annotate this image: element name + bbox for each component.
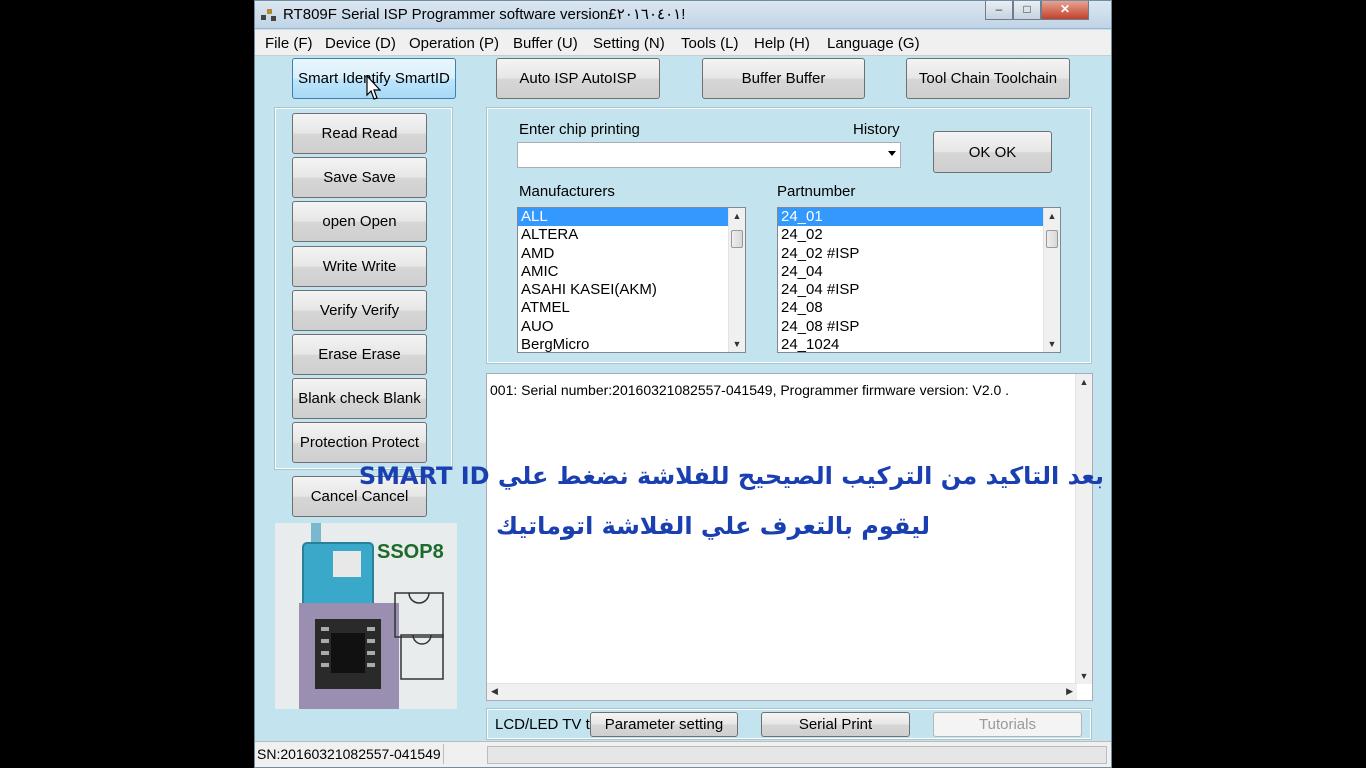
list-item[interactable]: 24_04 xyxy=(778,263,1060,281)
save-button[interactable]: Save Save xyxy=(292,157,427,198)
overlay-instruction-line1: بعد التاكيد من التركيب الصيحيح للفلاشة ن… xyxy=(358,462,1104,490)
status-divider xyxy=(443,744,444,764)
title-bar: RT809F Serial ISP Programmer software ve… xyxy=(255,1,1111,29)
mouse-cursor-icon xyxy=(366,75,382,100)
app-window: RT809F Serial ISP Programmer software ve… xyxy=(254,0,1112,768)
serial-print-button[interactable]: Serial Print xyxy=(761,712,910,737)
chip-printing-combo[interactable] xyxy=(517,142,901,168)
scroll-down-icon[interactable]: ▼ xyxy=(1076,668,1092,684)
chip-socket-image: SSOP8 xyxy=(275,523,457,709)
list-item[interactable]: 24_02 xyxy=(778,226,1060,244)
menu-buffer[interactable]: Buffer (U) xyxy=(513,35,578,52)
scroll-up-icon[interactable]: ▲ xyxy=(1076,374,1092,390)
list-item[interactable]: ATMEL xyxy=(518,299,745,317)
chip-package-label: SSOP8 xyxy=(377,541,444,563)
manufacturers-label: Manufacturers xyxy=(519,183,615,200)
partnumber-label: Partnumber xyxy=(777,183,856,200)
history-label: History xyxy=(853,121,900,138)
minimize-button[interactable]: – xyxy=(985,1,1013,20)
partnumber-scrollbar[interactable]: ▲ ▼ xyxy=(1043,208,1060,352)
dropdown-arrow-icon[interactable] xyxy=(888,151,896,156)
list-item[interactable]: 24_08 xyxy=(778,299,1060,317)
progress-bar xyxy=(487,746,1107,764)
list-item[interactable]: AUO xyxy=(518,318,745,336)
toolchain-button[interactable]: Tool Chain Toolchain xyxy=(906,58,1070,99)
menu-tools[interactable]: Tools (L) xyxy=(681,35,739,52)
partnumber-list[interactable]: 24_01 24_02 24_02 #ISP 24_04 24_04 #ISP … xyxy=(777,207,1061,353)
menu-setting[interactable]: Setting (N) xyxy=(593,35,665,52)
menu-file[interactable]: File (F) xyxy=(265,35,313,52)
scroll-left-icon[interactable]: ◀ xyxy=(491,686,498,697)
list-item[interactable]: AMD xyxy=(518,245,745,263)
list-item[interactable]: ALL xyxy=(518,208,745,227)
manufacturers-scrollbar[interactable]: ▲ ▼ xyxy=(728,208,745,352)
protect-button[interactable]: Protection Protect xyxy=(292,422,427,463)
list-item[interactable]: ALTERA xyxy=(518,226,745,244)
close-button[interactable]: ✕ xyxy=(1041,1,1089,20)
scroll-up-icon[interactable]: ▲ xyxy=(1044,208,1060,224)
window-title: RT809F Serial ISP Programmer software ve… xyxy=(283,6,686,23)
erase-button[interactable]: Erase Erase xyxy=(292,334,427,375)
list-item[interactable]: 24_01 xyxy=(778,208,1060,227)
read-button[interactable]: Read Read xyxy=(292,113,427,154)
app-icon xyxy=(261,9,276,21)
scroll-right-icon[interactable]: ▶ xyxy=(1066,686,1073,697)
list-item[interactable]: 24_1024 xyxy=(778,336,1060,352)
scroll-up-icon[interactable]: ▲ xyxy=(729,208,745,224)
serial-number-status: SN:20160321082557-041549 xyxy=(257,746,441,762)
log-line: 001: Serial number:20160321082557-041549… xyxy=(490,382,1010,398)
write-button[interactable]: Write Write xyxy=(292,246,427,287)
ok-button[interactable]: OK OK xyxy=(933,131,1052,173)
overlay-instruction-line2: ليقوم بالتعرف علي الفلاشة اتوماتيك xyxy=(495,512,930,540)
status-bar: SN:20160321082557-041549 xyxy=(255,741,1111,767)
buffer-button[interactable]: Buffer Buffer xyxy=(702,58,865,99)
menu-bar: File (F) Device (D) Operation (P) Buffer… xyxy=(255,30,1111,56)
menu-operation[interactable]: Operation (P) xyxy=(409,35,499,52)
log-vscrollbar[interactable]: ▲ ▼ xyxy=(1075,374,1092,684)
menu-help[interactable]: Help (H) xyxy=(754,35,810,52)
scroll-thumb[interactable] xyxy=(1046,230,1058,248)
maximize-button[interactable]: □ xyxy=(1013,1,1041,20)
enter-chip-label: Enter chip printing xyxy=(519,121,640,138)
scroll-down-icon[interactable]: ▼ xyxy=(729,336,745,352)
list-item[interactable]: 24_08 #ISP xyxy=(778,318,1060,336)
list-item[interactable]: 24_04 #ISP xyxy=(778,281,1060,299)
manufacturers-list[interactable]: ALL ALTERA AMD AMIC ASAHI KASEI(AKM) ATM… xyxy=(517,207,746,353)
blank-check-button[interactable]: Blank check Blank xyxy=(292,378,427,419)
list-item[interactable]: 24_02 #ISP xyxy=(778,245,1060,263)
log-hscrollbar[interactable]: ◀ ▶ xyxy=(487,683,1077,700)
menu-device[interactable]: Device (D) xyxy=(325,35,396,52)
open-button[interactable]: open Open xyxy=(292,201,427,242)
list-item[interactable]: AMIC xyxy=(518,263,745,281)
tutorials-button[interactable]: Tutorials xyxy=(933,712,1082,737)
verify-button[interactable]: Verify Verify xyxy=(292,290,427,331)
list-item[interactable]: BergMicro xyxy=(518,336,745,352)
parameter-setting-button[interactable]: Parameter setting xyxy=(590,712,738,737)
list-item[interactable]: ASAHI KASEI(AKM) xyxy=(518,281,745,299)
auto-isp-button[interactable]: Auto ISP AutoISP xyxy=(496,58,660,99)
scroll-thumb[interactable] xyxy=(731,230,743,248)
scroll-down-icon[interactable]: ▼ xyxy=(1044,336,1060,352)
menu-language[interactable]: Language (G) xyxy=(827,35,920,52)
